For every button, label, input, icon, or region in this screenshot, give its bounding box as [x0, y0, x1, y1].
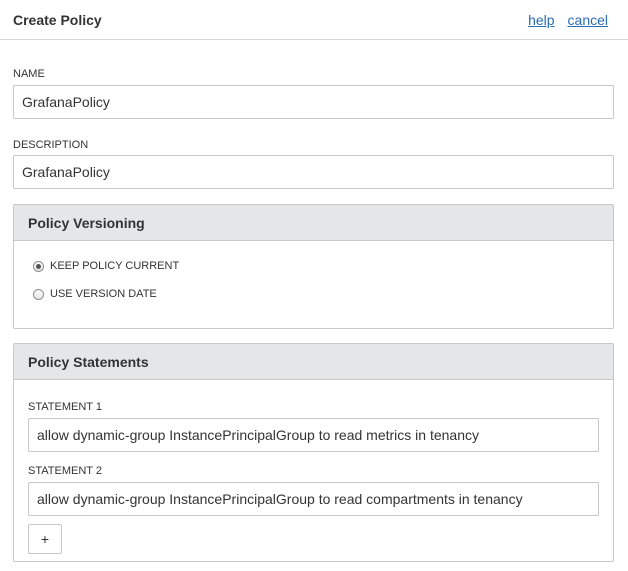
statement-2-input[interactable] [28, 482, 599, 516]
dialog-body: NAME DESCRIPTION Policy Versioning KEEP … [0, 40, 628, 562]
header-links: help cancel [528, 12, 608, 28]
policy-versioning-panel: Policy Versioning KEEP POLICY CURRENT US… [13, 204, 614, 329]
policy-statements-header: Policy Statements [14, 344, 613, 380]
use-version-date-radio[interactable] [33, 288, 44, 300]
add-statement-button[interactable]: + [28, 524, 62, 554]
use-version-date-label: USE VERSION DATE [50, 288, 157, 300]
name-input[interactable] [13, 85, 614, 119]
use-version-date-option[interactable]: USE VERSION DATE [33, 286, 613, 302]
keep-policy-current-radio[interactable] [33, 260, 44, 272]
statement-2-label: STATEMENT 2 [28, 465, 102, 477]
name-label: NAME [13, 68, 45, 80]
statement-1-label: STATEMENT 1 [28, 401, 102, 413]
dialog-title: Create Policy [13, 11, 102, 28]
description-input[interactable] [13, 155, 614, 189]
policy-statements-panel: Policy Statements STATEMENT 1 STATEMENT … [13, 343, 614, 562]
create-policy-dialog: Create Policy help cancel NAME DESCRIPTI… [0, 0, 628, 571]
keep-policy-current-label: KEEP POLICY CURRENT [50, 260, 180, 272]
help-link[interactable]: help [528, 12, 554, 28]
dialog-header: Create Policy help cancel [0, 0, 628, 40]
cancel-link[interactable]: cancel [568, 12, 608, 28]
description-label: DESCRIPTION [13, 139, 89, 151]
keep-policy-current-option[interactable]: KEEP POLICY CURRENT [33, 258, 613, 274]
policy-versioning-header: Policy Versioning [14, 205, 613, 241]
statement-1-input[interactable] [28, 418, 599, 452]
